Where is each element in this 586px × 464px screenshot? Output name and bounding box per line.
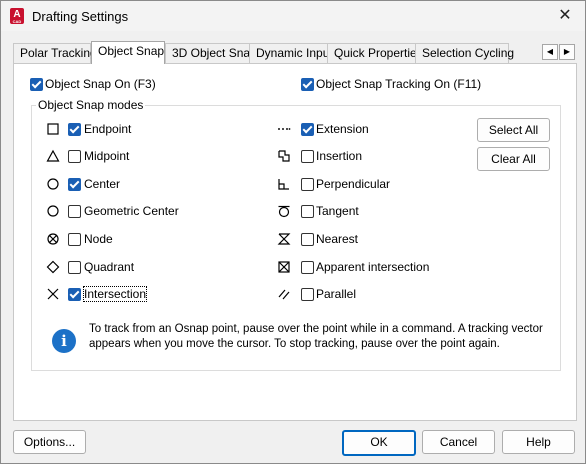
insertion-checkbox[interactable] [301, 150, 314, 163]
endpoint-label: Endpoint [84, 122, 132, 136]
x-marker-icon [47, 288, 59, 300]
options-button[interactable]: Options... [13, 430, 86, 454]
tab-quick-properties[interactable]: Quick Properties [327, 43, 423, 63]
extension-label: Extension [316, 122, 369, 136]
midpoint-label: Midpoint [84, 149, 130, 163]
tab-scroll-left-button[interactable]: ◀ [542, 44, 558, 60]
hourglass-marker-icon [277, 233, 291, 245]
center-checkbox[interactable] [68, 178, 81, 191]
tab-object-snap[interactable]: Object Snap [91, 41, 165, 64]
tracking-on-label: Object Snap Tracking On (F11) [316, 77, 482, 91]
clear-all-button[interactable]: Clear All [477, 147, 550, 171]
quadrant-label: Quadrant [84, 260, 135, 274]
square-marker-icon [47, 123, 59, 135]
circle-marker-icon [47, 205, 59, 217]
tangent-checkbox[interactable] [301, 205, 314, 218]
object-snap-panel: Object Snap On (F3) Object Snap Tracking… [13, 63, 577, 421]
triangle-left-icon: ◀ [546, 47, 554, 56]
node-checkbox[interactable] [68, 233, 81, 246]
tangent-label: Tangent [316, 204, 359, 218]
triangle-marker-icon [46, 149, 60, 162]
drafting-settings-dialog: A CAD Drafting Settings ✕ Polar Tracking … [0, 0, 586, 464]
node-label: Node [84, 232, 113, 246]
perpendicular-label: Perpendicular [316, 177, 391, 191]
autocad-app-icon: A CAD [10, 8, 24, 24]
extension-checkbox[interactable] [301, 123, 314, 136]
circle-marker-icon [47, 178, 59, 190]
osnap-on-label: Object Snap On (F3) [45, 77, 156, 91]
boxed-x-marker-icon [278, 261, 290, 273]
window-title: Drafting Settings [32, 9, 129, 24]
perpendicular-marker-icon [278, 179, 289, 190]
tab-3d-object-snap[interactable]: 3D Object Snap [165, 43, 257, 63]
perpendicular-checkbox[interactable] [301, 178, 314, 191]
tab-selection-cycling[interactable]: Selection Cycling [415, 43, 514, 63]
cancel-button[interactable]: Cancel [422, 430, 495, 454]
intersection-label: Intersection [82, 286, 148, 302]
tab-scroll-right-button[interactable]: ▶ [559, 44, 575, 60]
center-label: Center [84, 177, 121, 191]
geometric-center-label: Geometric Center [84, 204, 179, 218]
info-icon: i [52, 329, 76, 353]
tab-polar-tracking[interactable]: Polar Tracking [13, 43, 97, 63]
parallel-label: Parallel [316, 287, 357, 301]
quadrant-checkbox[interactable] [68, 261, 81, 274]
apparent-intersection-checkbox[interactable] [301, 261, 314, 274]
insertion-label: Insertion [316, 149, 363, 163]
parallel-marker-icon [278, 289, 290, 300]
triangle-right-icon: ▶ [563, 47, 571, 56]
ok-button[interactable]: OK [342, 430, 416, 456]
parallel-checkbox[interactable] [301, 288, 314, 301]
osnap-on-checkbox[interactable] [30, 78, 43, 91]
tangent-marker-icon [278, 205, 290, 218]
geometric-center-checkbox[interactable] [68, 205, 81, 218]
endpoint-checkbox[interactable] [68, 123, 81, 136]
select-all-button[interactable]: Select All [477, 118, 550, 142]
extension-marker-icon [278, 128, 291, 130]
diamond-marker-icon [46, 260, 60, 274]
nearest-label: Nearest [316, 232, 359, 246]
close-icon: ✕ [558, 7, 572, 24]
midpoint-checkbox[interactable] [68, 150, 81, 163]
app-icon-sub: CAD [12, 19, 22, 24]
nearest-checkbox[interactable] [301, 233, 314, 246]
node-marker-icon [47, 233, 59, 245]
help-button[interactable]: Help [502, 430, 575, 454]
intersection-checkbox[interactable] [68, 288, 81, 301]
group-title: Object Snap modes [36, 98, 146, 112]
info-text: To track from an Osnap point, pause over… [89, 323, 543, 350]
title-bar: A CAD Drafting Settings ✕ [1, 1, 585, 31]
insertion-marker-icon [278, 150, 290, 162]
tracking-on-checkbox[interactable] [301, 78, 314, 91]
tab-dynamic-input[interactable]: Dynamic Input [249, 43, 333, 63]
close-button[interactable]: ✕ [553, 5, 577, 27]
apparent-intersection-label: Apparent intersection [316, 260, 430, 274]
